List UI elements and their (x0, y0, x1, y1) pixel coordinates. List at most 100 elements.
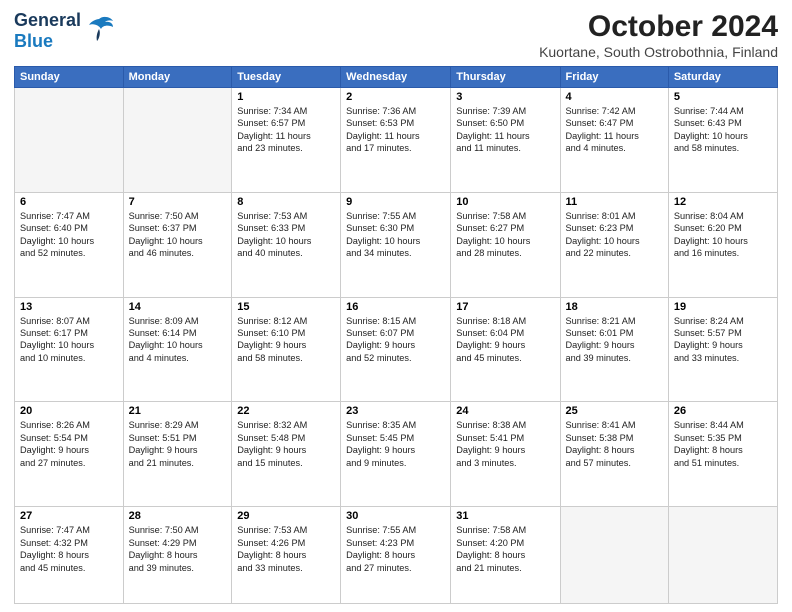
week-row-3: 13 Sunrise: 8:07 AM Sunset: 6:17 PM Dayli… (15, 297, 778, 402)
calendar-subtitle: Kuortane, South Ostrobothnia, Finland (539, 44, 778, 60)
cell-info: Sunrise: 8:44 AM Sunset: 5:35 PM Dayligh… (674, 420, 744, 467)
cell-w3-d6: 26 Sunrise: 8:44 AM Sunset: 5:35 PM Dayli… (668, 402, 777, 507)
week-row-4: 20 Sunrise: 8:26 AM Sunset: 5:54 PM Dayli… (15, 402, 778, 507)
day-number: 13 (20, 301, 118, 313)
day-number: 19 (674, 301, 772, 313)
cell-w0-d2: 1 Sunrise: 7:34 AM Sunset: 6:57 PM Daylig… (232, 88, 341, 193)
week-row-2: 6Sunrise: 7:47 AM Sunset: 6:40 PM Daylig… (15, 192, 778, 297)
cell-info: Sunrise: 8:07 AM Sunset: 6:17 PM Dayligh… (20, 316, 94, 363)
day-number: 22 (237, 405, 335, 417)
cell-w3-d2: 22 Sunrise: 8:32 AM Sunset: 5:48 PM Dayli… (232, 402, 341, 507)
day-number: 28 (129, 510, 227, 522)
cell-w4-d5 (560, 507, 668, 604)
cell-info: Sunrise: 7:55 AM Sunset: 4:23 PM Dayligh… (346, 525, 416, 572)
day-number: 21 (129, 405, 227, 417)
day-number: 31 (456, 510, 554, 522)
cell-w1-d4: 10Sunrise: 7:58 AM Sunset: 6:27 PM Dayli… (451, 192, 560, 297)
cell-info: Sunrise: 8:15 AM Sunset: 6:07 PM Dayligh… (346, 316, 416, 363)
day-number: 3 (456, 91, 554, 103)
cell-info: Sunrise: 7:58 AM Sunset: 4:20 PM Dayligh… (456, 525, 526, 572)
cell-w3-d3: 23 Sunrise: 8:35 AM Sunset: 5:45 PM Dayli… (341, 402, 451, 507)
col-thursday: Thursday (451, 67, 560, 88)
logo-general: General (14, 10, 81, 30)
day-number: 12 (674, 196, 772, 208)
cell-info: Sunrise: 8:35 AM Sunset: 5:45 PM Dayligh… (346, 420, 416, 467)
cell-w4-d0: 27Sunrise: 7:47 AM Sunset: 4:32 PM Dayli… (15, 507, 124, 604)
day-number: 11 (566, 196, 663, 208)
cell-info: Sunrise: 8:24 AM Sunset: 5:57 PM Dayligh… (674, 316, 744, 363)
cell-info: Sunrise: 8:32 AM Sunset: 5:48 PM Dayligh… (237, 420, 307, 467)
cell-info: Sunrise: 8:26 AM Sunset: 5:54 PM Dayligh… (20, 420, 90, 467)
col-monday: Monday (123, 67, 232, 88)
logo: General Blue (14, 10, 115, 52)
cell-w1-d5: 11 Sunrise: 8:01 AM Sunset: 6:23 PM Dayli… (560, 192, 668, 297)
calendar-table: Sunday Monday Tuesday Wednesday Thursday… (14, 66, 778, 604)
cell-w2-d1: 14Sunrise: 8:09 AM Sunset: 6:14 PM Dayli… (123, 297, 232, 402)
day-number: 16 (346, 301, 445, 313)
cell-info: Sunrise: 8:18 AM Sunset: 6:04 PM Dayligh… (456, 316, 526, 363)
logo-blue: Blue (14, 31, 53, 51)
col-sunday: Sunday (15, 67, 124, 88)
cell-info: Sunrise: 8:41 AM Sunset: 5:38 PM Dayligh… (566, 420, 636, 467)
cell-w0-d3: 2 Sunrise: 7:36 AM Sunset: 6:53 PM Daylig… (341, 88, 451, 193)
day-number: 23 (346, 405, 445, 417)
header-row: Sunday Monday Tuesday Wednesday Thursday… (15, 67, 778, 88)
cell-w0-d1 (123, 88, 232, 193)
day-number: 29 (237, 510, 335, 522)
day-number: 6 (20, 196, 118, 208)
cell-w1-d2: 8Sunrise: 7:53 AM Sunset: 6:33 PM Daylig… (232, 192, 341, 297)
cell-w2-d4: 17 Sunrise: 8:18 AM Sunset: 6:04 PM Dayli… (451, 297, 560, 402)
cell-info: Sunrise: 8:04 AM Sunset: 6:20 PM Dayligh… (674, 211, 748, 258)
day-number: 14 (129, 301, 227, 313)
header: General Blue October 2024 Kuortane, Sout… (14, 10, 778, 60)
cell-w3-d0: 20 Sunrise: 8:26 AM Sunset: 5:54 PM Dayli… (15, 402, 124, 507)
page: General Blue October 2024 Kuortane, Sout… (0, 0, 792, 612)
day-number: 25 (566, 405, 663, 417)
cell-info: Sunrise: 7:44 AM Sunset: 6:43 PM Dayligh… (674, 106, 748, 153)
cell-w4-d4: 31 Sunrise: 7:58 AM Sunset: 4:20 PM Dayli… (451, 507, 560, 604)
day-number: 26 (674, 405, 772, 417)
cell-w4-d1: 28 Sunrise: 7:50 AM Sunset: 4:29 PM Dayli… (123, 507, 232, 604)
calendar-title: October 2024 (539, 10, 778, 44)
cell-info: Sunrise: 7:50 AM Sunset: 4:29 PM Dayligh… (129, 525, 199, 572)
col-tuesday: Tuesday (232, 67, 341, 88)
day-number: 9 (346, 196, 445, 208)
cell-w0-d5: 4Sunrise: 7:42 AM Sunset: 6:47 PM Daylig… (560, 88, 668, 193)
week-row-5: 27Sunrise: 7:47 AM Sunset: 4:32 PM Dayli… (15, 507, 778, 604)
day-number: 15 (237, 301, 335, 313)
day-number: 1 (237, 91, 335, 103)
day-number: 30 (346, 510, 445, 522)
day-number: 4 (566, 91, 663, 103)
cell-info: Sunrise: 7:34 AM Sunset: 6:57 PM Dayligh… (237, 106, 310, 153)
cell-w4-d6 (668, 507, 777, 604)
day-number: 17 (456, 301, 554, 313)
cell-w4-d2: 29 Sunrise: 7:53 AM Sunset: 4:26 PM Dayli… (232, 507, 341, 604)
cell-w1-d1: 7Sunrise: 7:50 AM Sunset: 6:37 PM Daylig… (123, 192, 232, 297)
cell-w1-d3: 9Sunrise: 7:55 AM Sunset: 6:30 PM Daylig… (341, 192, 451, 297)
cell-info: Sunrise: 7:39 AM Sunset: 6:50 PM Dayligh… (456, 106, 529, 153)
cell-w0-d6: 5 Sunrise: 7:44 AM Sunset: 6:43 PM Daylig… (668, 88, 777, 193)
cell-w0-d0 (15, 88, 124, 193)
cell-w2-d2: 15 Sunrise: 8:12 AM Sunset: 6:10 PM Dayli… (232, 297, 341, 402)
cell-info: Sunrise: 7:36 AM Sunset: 6:53 PM Dayligh… (346, 106, 419, 153)
day-number: 5 (674, 91, 772, 103)
cell-w2-d3: 16 Sunrise: 8:15 AM Sunset: 6:07 PM Dayli… (341, 297, 451, 402)
day-number: 18 (566, 301, 663, 313)
cell-w3-d1: 21Sunrise: 8:29 AM Sunset: 5:51 PM Dayli… (123, 402, 232, 507)
cell-w2-d5: 18Sunrise: 8:21 AM Sunset: 6:01 PM Dayli… (560, 297, 668, 402)
col-wednesday: Wednesday (341, 67, 451, 88)
cell-info: Sunrise: 7:53 AM Sunset: 4:26 PM Dayligh… (237, 525, 307, 572)
day-number: 27 (20, 510, 118, 522)
cell-info: Sunrise: 8:01 AM Sunset: 6:23 PM Dayligh… (566, 211, 640, 258)
cell-info: Sunrise: 8:12 AM Sunset: 6:10 PM Dayligh… (237, 316, 307, 363)
day-number: 24 (456, 405, 554, 417)
cell-info: Sunrise: 8:38 AM Sunset: 5:41 PM Dayligh… (456, 420, 526, 467)
cell-info: Sunrise: 7:50 AM Sunset: 6:37 PM Dayligh… (129, 211, 203, 258)
cell-w1-d0: 6Sunrise: 7:47 AM Sunset: 6:40 PM Daylig… (15, 192, 124, 297)
cell-info: Sunrise: 7:53 AM Sunset: 6:33 PM Dayligh… (237, 211, 311, 258)
cell-w2-d0: 13 Sunrise: 8:07 AM Sunset: 6:17 PM Dayli… (15, 297, 124, 402)
day-number: 20 (20, 405, 118, 417)
day-number: 2 (346, 91, 445, 103)
cell-w2-d6: 19 Sunrise: 8:24 AM Sunset: 5:57 PM Dayli… (668, 297, 777, 402)
title-block: October 2024 Kuortane, South Ostrobothni… (539, 10, 778, 60)
